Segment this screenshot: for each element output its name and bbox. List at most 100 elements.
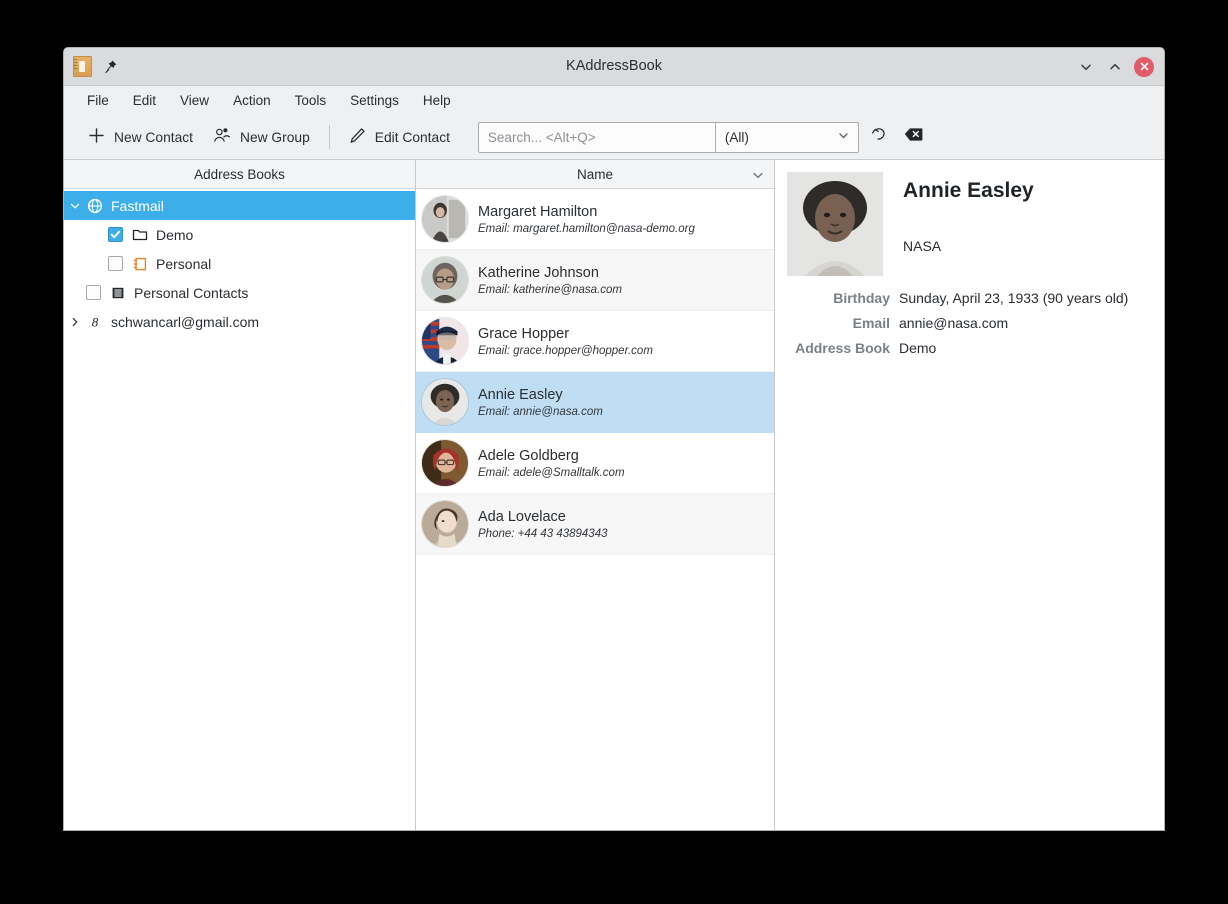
contact-detail: Email: katherine@nasa.com <box>478 284 622 296</box>
sort-chevron-down-icon[interactable] <box>752 169 764 184</box>
contact-info: Ada Lovelace Phone: +44 43 43894343 <box>478 509 608 540</box>
table-row[interactable]: Ada Lovelace Phone: +44 43 43894343 <box>416 494 774 555</box>
menu-edit[interactable]: Edit <box>122 89 167 112</box>
new-contact-label: New Contact <box>114 130 193 145</box>
contact-list-header-label: Name <box>577 167 613 182</box>
window-title: KAddressBook <box>64 48 1164 85</box>
backspace-clear-icon <box>904 127 923 147</box>
contact-list-pane: Name <box>416 160 775 830</box>
annie-easley-photo <box>787 172 883 276</box>
menu-view[interactable]: View <box>169 89 220 112</box>
contact-detail: Email: adele@Smalltalk.com <box>478 467 625 479</box>
contact-list: Margaret Hamilton Email: margaret.hamilt… <box>416 189 774 830</box>
sidebar-item-personal[interactable]: Personal <box>64 249 415 278</box>
menu-tools[interactable]: Tools <box>284 89 338 112</box>
menu-settings[interactable]: Settings <box>339 89 410 112</box>
field-label-address-book: Address Book <box>775 340 890 356</box>
contact-list-header[interactable]: Name <box>416 160 774 189</box>
table-row[interactable]: Katherine Johnson Email: katherine@nasa.… <box>416 250 774 311</box>
katherine-johnson-avatar <box>421 256 469 304</box>
minimize-button[interactable] <box>1076 57 1096 77</box>
expander-chevron-down-icon[interactable] <box>64 200 86 212</box>
plus-icon <box>88 127 105 147</box>
field-label-email: Email <box>775 315 890 331</box>
edit-contact-label: Edit Contact <box>375 130 450 145</box>
search-input[interactable] <box>478 122 715 153</box>
new-group-button[interactable]: New Group <box>203 121 320 153</box>
table-row[interactable]: Grace Hopper Email: grace.hopper@hopper.… <box>416 311 774 372</box>
personal-contacts-checkbox[interactable] <box>86 285 101 300</box>
ada-lovelace-avatar <box>421 500 469 548</box>
window-controls <box>1076 57 1164 77</box>
people-group-icon <box>213 127 231 147</box>
demo-checkbox[interactable] <box>108 227 123 242</box>
filter-selected-value: (All) <box>725 130 749 145</box>
contact-info: Adele Goldberg Email: adele@Smalltalk.co… <box>478 448 625 479</box>
sidebar-item-demo[interactable]: Demo <box>64 220 415 249</box>
folder-icon <box>131 227 149 243</box>
svg-text:8: 8 <box>92 314 99 329</box>
undo-arrow-icon <box>871 126 888 148</box>
contact-detail: Email: grace.hopper@hopper.com <box>478 345 653 357</box>
contact-detail: Phone: +44 43 43894343 <box>478 528 608 540</box>
contact-name: Ada Lovelace <box>478 509 608 525</box>
chevron-down-icon <box>837 129 850 145</box>
kaddressbook-window: KAddressBook File Edit View Action Tools… <box>64 48 1164 830</box>
sidebar-item-personal-contacts[interactable]: Personal Contacts <box>64 278 415 307</box>
sidebar-item-label: Personal Contacts <box>134 285 248 301</box>
contact-organization: NASA <box>903 238 1034 254</box>
contact-info: Katherine Johnson Email: katherine@nasa.… <box>478 265 622 296</box>
field-value-birthday: Sunday, April 23, 1933 (90 years old) <box>899 290 1164 306</box>
contact-name: Grace Hopper <box>478 326 653 342</box>
expander-chevron-right-icon[interactable] <box>64 316 86 328</box>
contact-detail-header: Annie Easley NASA <box>775 160 1164 276</box>
field-label-birthday: Birthday <box>775 290 890 306</box>
address-books-header: Address Books <box>64 160 415 189</box>
page-title: Annie Easley <box>903 179 1034 203</box>
contact-name: Annie Easley <box>478 387 603 403</box>
menu-help[interactable]: Help <box>412 89 462 112</box>
contact-name: Katherine Johnson <box>478 265 622 281</box>
filter-combobox[interactable]: (All) <box>715 122 859 153</box>
sidebar-item-fastmail[interactable]: Fastmail <box>64 191 415 220</box>
contact-detail: Email: annie@nasa.com <box>478 406 603 418</box>
contact-name: Adele Goldberg <box>478 448 625 464</box>
margaret-hamilton-avatar <box>421 195 469 243</box>
menu-action[interactable]: Action <box>222 89 282 112</box>
contact-info: Grace Hopper Email: grace.hopper@hopper.… <box>478 326 653 357</box>
contact-detail-fields: Birthday Sunday, April 23, 1933 (90 year… <box>775 290 1164 356</box>
contact-detail-headinfo: Annie Easley NASA <box>883 172 1034 276</box>
main-body: Address Books Fastmail <box>64 160 1164 830</box>
address-books-tree: Fastmail Demo <box>64 189 415 830</box>
adele-goldberg-avatar <box>421 439 469 487</box>
contact-info: Margaret Hamilton Email: margaret.hamilt… <box>478 204 695 235</box>
table-row[interactable]: Adele Goldberg Email: adele@Smalltalk.co… <box>416 433 774 494</box>
contact-detail: Email: margaret.hamilton@nasa-demo.org <box>478 223 695 235</box>
new-contact-button[interactable]: New Contact <box>78 121 203 153</box>
menu-bar: File Edit View Action Tools Settings Hel… <box>64 86 1164 115</box>
reset-search-button[interactable] <box>867 124 893 150</box>
pin-icon[interactable] <box>102 59 118 75</box>
edit-contact-button[interactable]: Edit Contact <box>339 121 460 153</box>
sidebar-item-label: Demo <box>156 227 193 243</box>
clear-search-button[interactable] <box>901 124 927 150</box>
new-group-label: New Group <box>240 130 310 145</box>
sidebar-item-label: Personal <box>156 256 211 272</box>
contact-detail-pane: Annie Easley NASA Birthday Sunday, April… <box>775 160 1164 830</box>
title-bar: KAddressBook <box>64 48 1164 86</box>
menu-file[interactable]: File <box>76 89 120 112</box>
grace-hopper-avatar <box>421 317 469 365</box>
sidebar-item-label: schwancarl@gmail.com <box>111 314 259 330</box>
title-bar-left-icons <box>64 56 118 77</box>
contact-name: Margaret Hamilton <box>478 204 695 220</box>
table-row[interactable]: Margaret Hamilton Email: margaret.hamilt… <box>416 189 774 250</box>
pencil-icon <box>349 127 366 147</box>
annie-easley-avatar <box>421 378 469 426</box>
table-row[interactable]: Annie Easley Email: annie@nasa.com <box>416 372 774 433</box>
sidebar-item-schwancarl-gmail[interactable]: 8 schwancarl@gmail.com <box>64 307 415 336</box>
globe-icon <box>86 198 104 214</box>
maximize-button[interactable] <box>1105 57 1125 77</box>
address-book-orange-icon <box>131 256 149 272</box>
personal-checkbox[interactable] <box>108 256 123 271</box>
close-button[interactable] <box>1134 57 1154 77</box>
